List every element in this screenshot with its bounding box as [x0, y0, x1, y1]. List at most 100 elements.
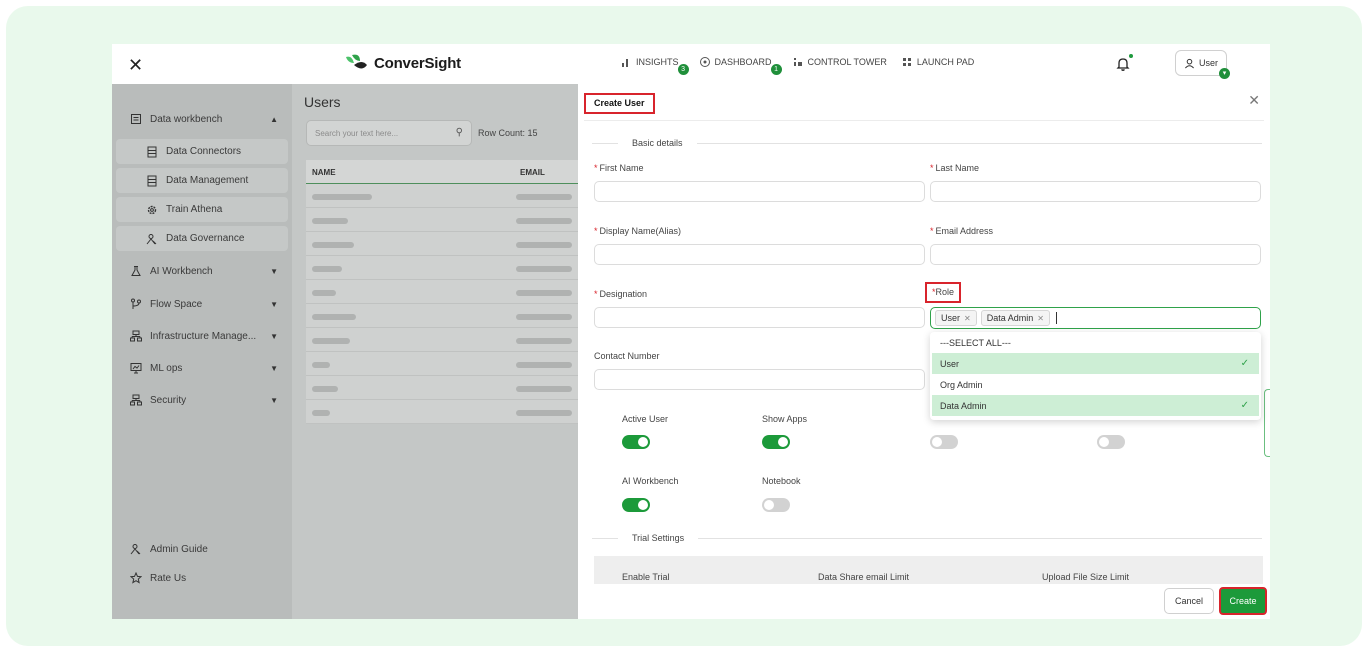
column-header-email: EMAIL [520, 168, 545, 177]
workbench-icon [131, 114, 141, 124]
sidebar-subitem-data-governance[interactable]: Data Governance [116, 226, 288, 251]
sidebar-subitem-label: Data Connectors [166, 146, 242, 157]
nav-insights[interactable]: INSIGHTS 3 [620, 56, 689, 75]
role-chip-user[interactable]: User ✕ [935, 310, 977, 326]
sidebar-item-flow-space[interactable]: Flow Space ▼ [112, 291, 292, 317]
active-user-label: Active User [622, 414, 669, 424]
chevron-up-icon: ▲ [270, 114, 278, 124]
check-icon: ✓ [1240, 400, 1249, 411]
table-row[interactable] [306, 376, 578, 400]
notification-dot [1129, 54, 1133, 58]
chevron-down-icon: ▼ [270, 266, 278, 276]
create-button[interactable]: Create [1219, 587, 1267, 615]
bell-icon[interactable] [1115, 56, 1131, 72]
display-name-input[interactable] [594, 244, 925, 265]
sidebar-item-infrastructure[interactable]: Infrastructure Manage... ▼ [112, 323, 292, 349]
first-name-input[interactable] [594, 181, 925, 202]
sidebar-item-security[interactable]: Security ▼ [112, 387, 292, 413]
role-option-data-admin[interactable]: Data Admin ✓ [932, 395, 1259, 416]
sidebar-subitem-label: Data Governance [166, 233, 245, 244]
remove-icon[interactable]: ✕ [964, 314, 971, 323]
active-user-toggle[interactable] [622, 435, 650, 449]
table-row[interactable] [306, 352, 578, 376]
chevron-down-icon: ▼ [270, 299, 278, 309]
trial-col-enable: Enable Trial [622, 572, 670, 582]
row-count: Row Count: 15 [478, 128, 538, 138]
role-option-select-all[interactable]: ---SELECT ALL--- [930, 332, 1261, 353]
remove-icon[interactable]: ✕ [1037, 314, 1044, 323]
designation-input[interactable] [594, 307, 925, 328]
contact-label: Contact Number [594, 351, 660, 361]
role-option-org-admin[interactable]: Org Admin [930, 374, 1261, 395]
sidebar-subitem-data-connectors[interactable]: Data Connectors [116, 139, 288, 164]
nav-insights-badge: 3 [677, 64, 689, 75]
sidebar-item-ml-ops[interactable]: ML ops ▼ [112, 355, 292, 381]
settings-toggle-3[interactable] [930, 435, 958, 449]
sidebar-subitem-data-management[interactable]: Data Management [116, 168, 288, 193]
logo-text: ConverSight [374, 54, 461, 72]
table-row[interactable] [306, 328, 578, 352]
sidebar-item-ai-workbench[interactable]: AI Workbench ▼ [112, 258, 292, 284]
nav-launch-pad[interactable]: LAUNCH PAD [901, 56, 974, 68]
table-header: NAME EMAIL [306, 160, 578, 184]
conversight-logo-icon [346, 54, 367, 69]
table-row[interactable] [306, 232, 578, 256]
sidebar-item-label: Infrastructure Manage... [150, 330, 257, 342]
role-option-user[interactable]: User ✓ [932, 353, 1259, 374]
email-input[interactable] [930, 244, 1261, 265]
first-name-label: * First Name [594, 163, 644, 173]
notebook-label: Notebook [762, 476, 801, 486]
sidebar-item-label: Security [150, 394, 187, 406]
app-window: ✕ ConverSight INSIGHTS 3 DASHBOARD 1 CON… [112, 44, 1270, 619]
nav-dashboard-badge: 1 [770, 64, 782, 75]
chevron-down-icon: ▼ [270, 395, 278, 405]
settings-toggle-4[interactable] [1097, 435, 1125, 449]
search-icon[interactable]: ⚲ [456, 127, 463, 138]
nav-control-tower[interactable]: CONTROL TOWER [792, 56, 887, 68]
flask-icon [131, 266, 141, 276]
sidebar-item-admin-guide[interactable]: Admin Guide [112, 536, 292, 562]
table-row[interactable] [306, 304, 578, 328]
users-panel: Users Search your text here... ⚲ Row Cou… [292, 84, 578, 619]
table-row[interactable] [306, 400, 578, 424]
monitor-icon [130, 363, 142, 374]
nav-control-tower-label: CONTROL TOWER [807, 57, 887, 67]
sidebar: Data workbench ▲ Data Connectors Data Ma… [112, 84, 292, 619]
sidebar-item-data-workbench[interactable]: Data workbench ▲ [112, 106, 292, 132]
role-label: *Role [925, 282, 962, 303]
search-placeholder: Search your text here... [315, 129, 399, 138]
ai-workbench-toggle[interactable] [622, 498, 650, 512]
nav-insights-label: INSIGHTS [636, 57, 679, 67]
sidebar-item-label: Rate Us [150, 572, 187, 584]
cancel-button[interactable]: Cancel [1164, 588, 1214, 614]
sidebar-item-label: ML ops [150, 362, 183, 374]
contact-input[interactable] [594, 369, 925, 390]
search-input[interactable]: Search your text here... ⚲ [306, 120, 472, 146]
close-icon[interactable]: ✕ [1248, 92, 1260, 109]
notebook-toggle[interactable] [762, 498, 790, 512]
grid-icon [902, 58, 911, 66]
sidebar-item-rate-us[interactable]: Rate Us [112, 565, 292, 591]
display-name-label: * Display Name(Alias) [594, 226, 682, 236]
nav-dashboard[interactable]: DASHBOARD 1 [699, 56, 782, 75]
modal-title: Create User [584, 93, 655, 114]
table-row[interactable] [306, 280, 578, 304]
side-panel-handle[interactable] [1264, 389, 1270, 457]
last-name-label: * Last Name [930, 163, 980, 173]
close-icon[interactable]: ✕ [128, 56, 143, 74]
table-row[interactable] [306, 256, 578, 280]
show-apps-toggle[interactable] [762, 435, 790, 449]
people-icon [130, 544, 141, 555]
last-name-input[interactable] [930, 181, 1261, 202]
table-row[interactable] [306, 208, 578, 232]
role-chip-data-admin[interactable]: Data Admin ✕ [980, 310, 1050, 326]
divider [584, 120, 1264, 121]
trial-col-file-size: Upload File Size Limit [1042, 572, 1130, 582]
users-table: NAME EMAIL [306, 160, 578, 424]
user-icon [1184, 58, 1194, 68]
role-multiselect[interactable]: User ✕ Data Admin ✕ [930, 307, 1261, 329]
table-row[interactable] [306, 184, 578, 208]
sidebar-subitem-train-athena[interactable]: Train Athena [116, 197, 288, 222]
sidebar-item-label: Admin Guide [150, 543, 208, 555]
tower-icon [793, 58, 802, 66]
